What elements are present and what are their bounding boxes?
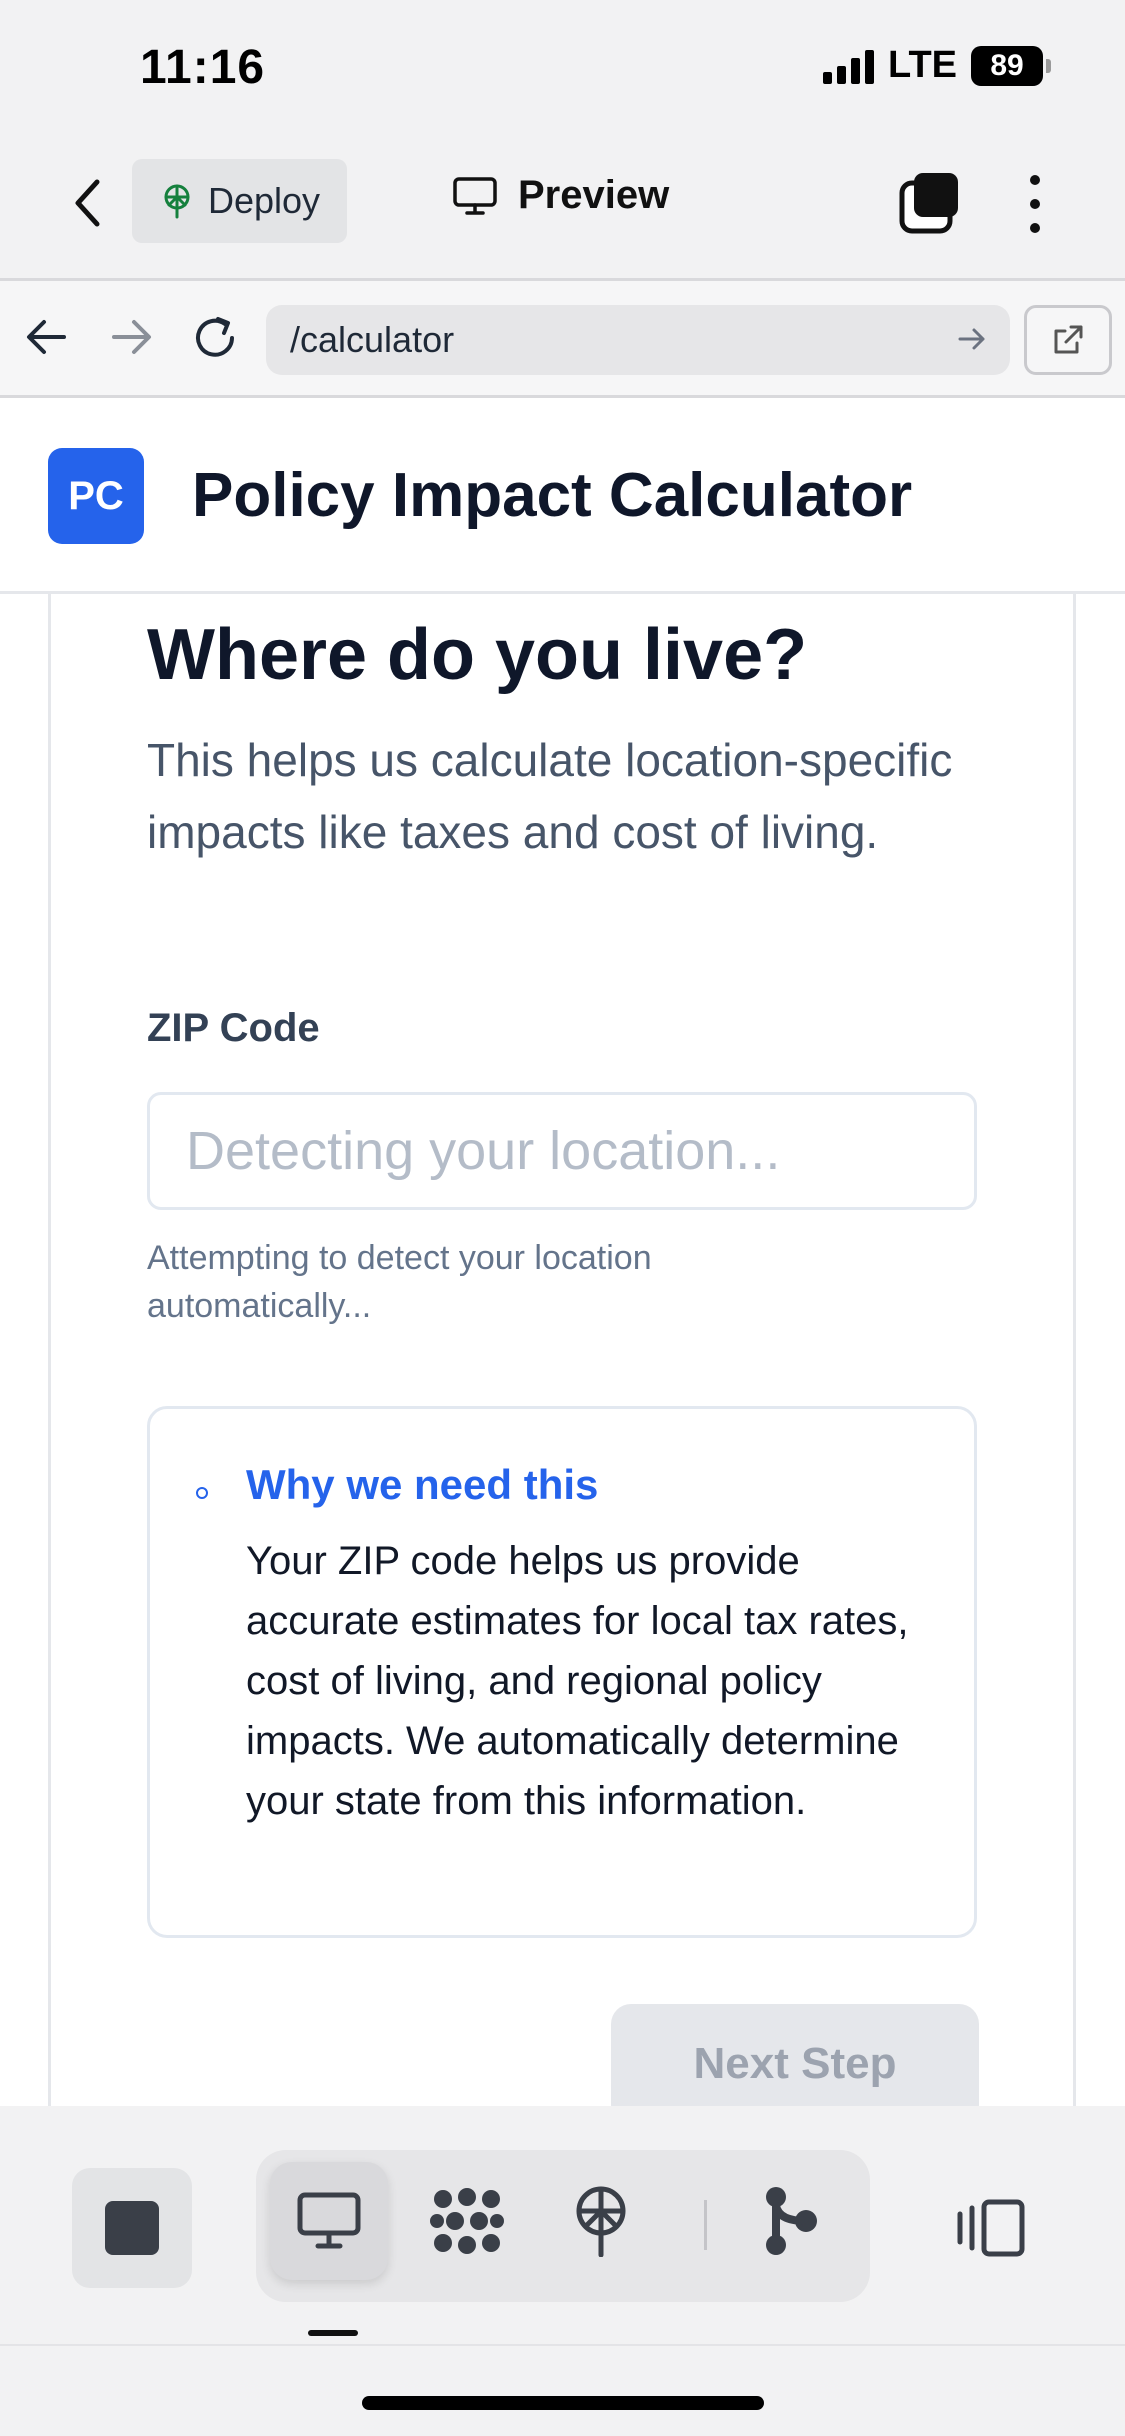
site-title: Policy Impact Calculator — [192, 461, 913, 530]
desktop-icon — [297, 2192, 361, 2249]
tabs-button[interactable] — [898, 171, 962, 235]
step-heading: Where do you live? — [147, 615, 808, 695]
site-header: PC Policy Impact Calculator — [0, 398, 1125, 594]
battery-icon: 89 — [971, 45, 1051, 86]
zip-label: ZIP Code — [147, 1006, 320, 1050]
view-switcher — [256, 2150, 870, 2302]
browser-nav-bar: /calculator — [0, 278, 1125, 398]
reload-button[interactable] — [190, 313, 240, 368]
network-type: LTE — [888, 44, 957, 86]
active-tab-indicator — [308, 2330, 358, 2336]
panel-icon — [957, 2199, 1025, 2257]
arrow-right-icon — [112, 320, 151, 354]
reload-icon — [196, 317, 234, 357]
divider — [0, 2344, 1125, 2346]
deploy-tab-button[interactable] — [542, 2162, 660, 2280]
divider — [704, 2200, 707, 2250]
open-external-button[interactable] — [1024, 305, 1112, 375]
browser-forward-button[interactable] — [108, 317, 154, 362]
status-indicators: LTE 89 — [823, 44, 1051, 87]
panel-toggle-button[interactable] — [956, 2198, 1026, 2263]
site-logo[interactable]: PC — [48, 448, 144, 544]
dot-icon — [1030, 175, 1040, 185]
zip-help-text: Attempting to detect your location autom… — [147, 1239, 652, 1325]
signal-icon — [823, 48, 875, 84]
arrow-left-icon — [27, 320, 66, 354]
status-bar: 11:16 LTE 89 — [0, 0, 1125, 135]
next-step-button[interactable]: Next Step — [611, 2004, 979, 2106]
more-options-button[interactable] — [1020, 169, 1050, 239]
back-button[interactable] — [62, 173, 112, 233]
chevron-left-icon — [75, 179, 100, 227]
step-card: Where do you live? This helps us calcula… — [48, 594, 1076, 2106]
info-box: Why we need this Your ZIP code helps us … — [147, 1406, 977, 1938]
deploy-label: Deploy — [208, 180, 321, 221]
home-indicator[interactable] — [362, 2396, 764, 2410]
go-arrow-icon[interactable] — [956, 323, 988, 355]
integrations-button[interactable] — [408, 2162, 526, 2280]
stop-icon — [105, 2201, 159, 2255]
tabs-icon — [899, 173, 958, 234]
dot-icon — [1030, 223, 1040, 233]
info-title: Why we need this — [246, 1461, 599, 1508]
git-branch-icon — [766, 2187, 817, 2255]
step-description: This helps us calculate location-specifi… — [147, 734, 953, 858]
desktop-view-button[interactable] — [270, 2162, 388, 2280]
url-bar[interactable]: /calculator — [266, 305, 1010, 375]
url-text: /calculator — [290, 319, 455, 360]
preview-tab[interactable]: Preview — [452, 173, 669, 218]
battery-level: 89 — [990, 48, 1024, 82]
external-link-icon — [1054, 325, 1083, 354]
integrations-icon — [430, 2188, 504, 2254]
deploy-icon — [576, 2186, 626, 2257]
git-button[interactable] — [732, 2162, 850, 2280]
browser-back-button[interactable] — [24, 317, 70, 362]
preview-label: Preview — [518, 173, 670, 217]
dot-icon — [1030, 199, 1040, 209]
app-toolbar: Deploy Preview — [0, 135, 1125, 278]
deploy-icon — [164, 184, 190, 219]
zip-input[interactable] — [147, 1092, 977, 1210]
status-time: 11:16 — [140, 41, 266, 94]
web-content: PC Policy Impact Calculator Where do you… — [0, 398, 1125, 2106]
bullet-icon — [196, 1487, 208, 1499]
monitor-icon — [453, 176, 497, 215]
stop-button[interactable] — [72, 2168, 192, 2288]
bottom-toolbar — [0, 2106, 1125, 2436]
deploy-button[interactable]: Deploy — [132, 159, 347, 243]
info-text: Your ZIP code helps us provide accurate … — [246, 1539, 909, 1823]
